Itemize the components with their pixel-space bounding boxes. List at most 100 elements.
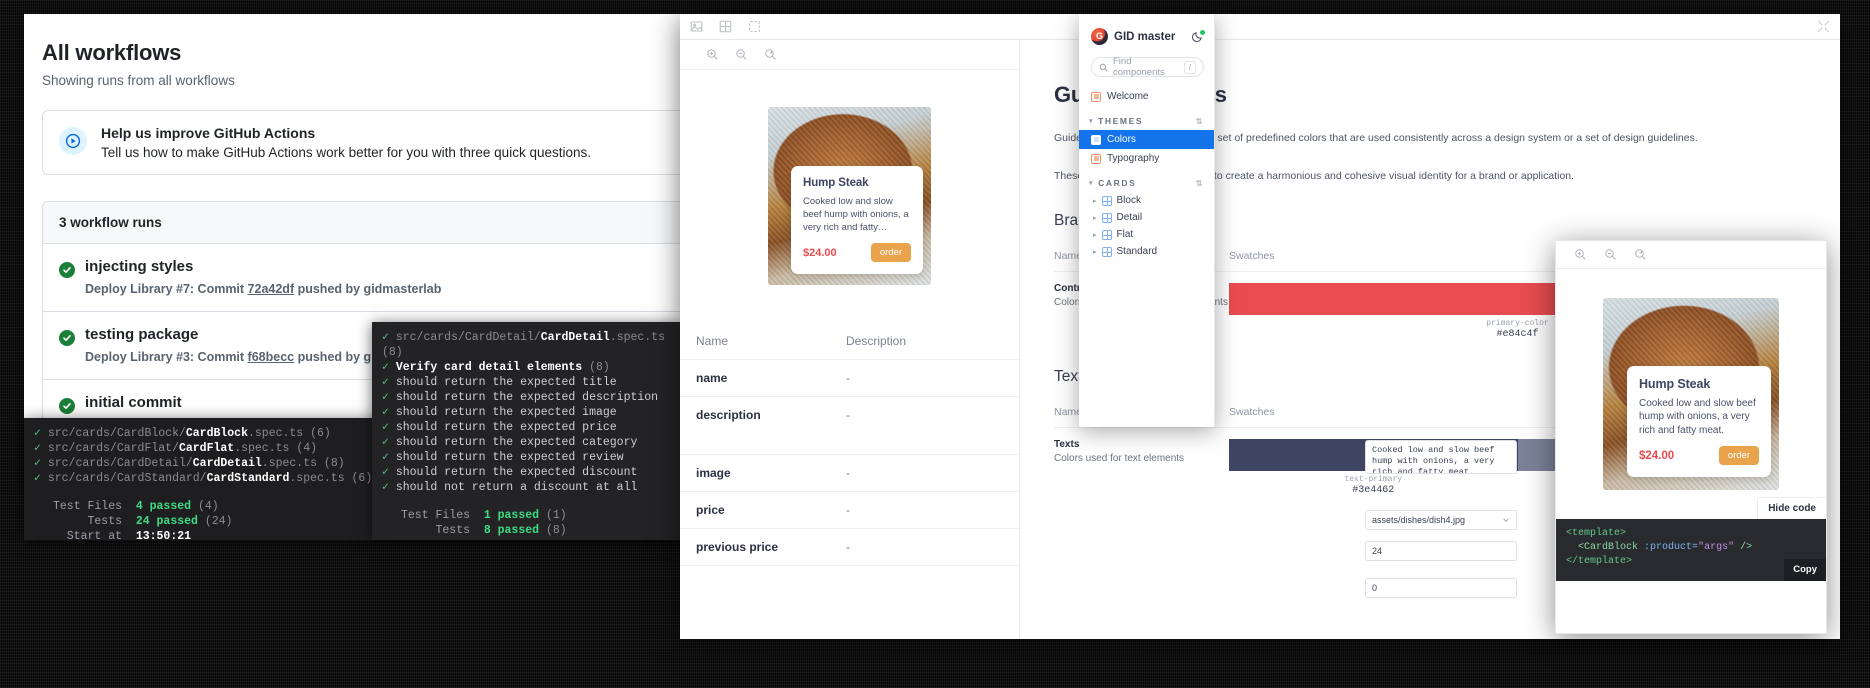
code-block[interactable]: <template> <CardBlock :product="args" />… bbox=[1556, 519, 1826, 581]
sidebar-item-flat[interactable]: ▸ Flat bbox=[1079, 226, 1214, 243]
sidebar-section-cards[interactable]: ▾ CARDS ⇅ bbox=[1079, 168, 1214, 192]
chevron-right-icon[interactable]: ▸ bbox=[1093, 231, 1097, 239]
sidebar-item-colors[interactable]: Colors bbox=[1079, 130, 1214, 149]
card-body: Hump Steak Cooked low and slow beef hump… bbox=[1627, 365, 1771, 477]
terminal-carddetail-tests[interactable]: ✓ src/cards/CardDetail/CardDetail.spec.t… bbox=[372, 322, 682, 540]
card-body: Hump Steak Cooked low and slow beef hump… bbox=[791, 166, 923, 274]
code-tag: <CardBlock bbox=[1578, 542, 1639, 553]
list-item: ✓ should return the expected description bbox=[382, 391, 659, 404]
order-button[interactable]: order bbox=[1718, 446, 1759, 465]
sidebar-item-standard[interactable]: ▸ Standard bbox=[1079, 243, 1214, 260]
column-header-description: Description bbox=[846, 334, 907, 348]
chevron-right-icon[interactable]: ▸ bbox=[1093, 248, 1097, 256]
product-card[interactable]: Hump Steak Cooked low and slow beef hump… bbox=[768, 107, 931, 285]
prop-name: image bbox=[696, 466, 731, 480]
sidebar-item-label: Block bbox=[1116, 195, 1141, 206]
zoom-in-icon[interactable] bbox=[1574, 248, 1587, 261]
sort-icon[interactable]: ⇅ bbox=[1196, 179, 1204, 188]
test-file-count: (6) bbox=[351, 472, 373, 485]
commit-link[interactable]: f68becc bbox=[248, 350, 295, 364]
sidebar-item-label: Flat bbox=[1116, 229, 1134, 240]
sort-icon[interactable]: ⇅ bbox=[1196, 117, 1204, 126]
component-preview-column: Hump Steak Cooked low and slow beef hump… bbox=[680, 40, 1020, 639]
prop-image-select[interactable]: assets/dishes/dish4.jpg bbox=[1365, 510, 1517, 530]
expand-icon[interactable] bbox=[1817, 20, 1830, 33]
test-file-name: CardStandard bbox=[206, 472, 290, 485]
prop-name: price bbox=[696, 503, 725, 517]
zoom-in-icon[interactable] bbox=[706, 48, 719, 61]
check-circle-icon bbox=[59, 330, 75, 346]
run-name[interactable]: injecting styles bbox=[85, 258, 441, 276]
moon-icon[interactable] bbox=[1191, 30, 1205, 43]
commit-link[interactable]: 72a42df bbox=[248, 282, 295, 296]
prop-description: - bbox=[846, 540, 850, 554]
table-row[interactable]: previous price - bbox=[680, 529, 1019, 566]
summary-value: 4 passed bbox=[135, 500, 192, 513]
sidebar-item-block[interactable]: ▸ Block bbox=[1079, 192, 1214, 209]
section-label: THEMES bbox=[1098, 116, 1144, 126]
chevron-down-icon: ▾ bbox=[1089, 118, 1095, 125]
hide-code-button[interactable]: Hide code bbox=[1757, 497, 1826, 519]
table-row[interactable]: image - bbox=[680, 455, 1019, 492]
chevron-right-icon[interactable]: ▸ bbox=[1093, 197, 1097, 205]
prop-previous-price-input[interactable]: 0 bbox=[1365, 578, 1517, 598]
table-row[interactable]: price - bbox=[680, 492, 1019, 529]
summary-label: Test Files bbox=[52, 500, 122, 513]
doc-icon bbox=[1091, 91, 1101, 102]
chevron-right-icon[interactable]: ▸ bbox=[1093, 214, 1097, 222]
search-input[interactable]: Find components / bbox=[1091, 56, 1204, 78]
zoom-reset-icon[interactable] bbox=[1634, 248, 1647, 261]
doc-icon bbox=[1091, 134, 1101, 145]
summary-extra: (8) bbox=[545, 524, 567, 537]
prop-description: - bbox=[846, 371, 850, 385]
list-item: ✓ should return the expected review bbox=[382, 451, 624, 464]
copy-button[interactable]: Copy bbox=[1784, 559, 1826, 581]
card-title: Hump Steak bbox=[1639, 376, 1711, 391]
grid-icon[interactable] bbox=[719, 20, 732, 33]
zoom-out-icon[interactable] bbox=[1604, 248, 1617, 261]
code-value: "args" bbox=[1698, 542, 1735, 553]
prop-name: name bbox=[696, 371, 728, 385]
component-icon bbox=[1101, 212, 1112, 223]
component-icon bbox=[1101, 229, 1112, 240]
sidebar-section-themes[interactable]: ▾ THEMES ⇅ bbox=[1079, 106, 1214, 130]
table-row[interactable]: name - bbox=[680, 360, 1019, 397]
props-table-header: Name Description bbox=[680, 322, 1019, 360]
card-description: Cooked low and slow beef hump with onion… bbox=[803, 196, 909, 233]
run-meta: Deploy Library #7: Commit 72a42df pushed… bbox=[85, 282, 441, 296]
preview-zoom-toolbar bbox=[680, 40, 1019, 70]
panel-zoom-toolbar bbox=[1556, 241, 1826, 269]
product-card[interactable]: Hump Steak Cooked low and slow beef hump… bbox=[1603, 298, 1779, 490]
test-file-count: (4) bbox=[296, 442, 318, 455]
prop-price-input[interactable]: 24 bbox=[1365, 541, 1517, 561]
prop-name: description bbox=[696, 408, 761, 422]
sidebar-item-welcome[interactable]: Welcome bbox=[1079, 87, 1214, 106]
test-file-name: CardFlat bbox=[178, 442, 235, 455]
suite-count: (8) bbox=[589, 361, 610, 374]
app-name: GID master bbox=[1114, 30, 1176, 43]
card-preview: Hump Steak Cooked low and slow beef hump… bbox=[1556, 269, 1826, 519]
suite-name-line: ✓ Verify card detail elements (8) bbox=[382, 361, 610, 374]
run-meta-prefix: Deploy Library #7: Commit bbox=[85, 282, 248, 296]
prop-description-textarea[interactable]: Cooked low and slow beef hump with onion… bbox=[1365, 440, 1517, 474]
zoom-reset-icon[interactable] bbox=[764, 48, 777, 61]
test-name: should return the expected image bbox=[395, 406, 617, 419]
summary-value: 24 passed bbox=[135, 515, 198, 528]
props-table: Name Description name - description - im… bbox=[680, 322, 1019, 639]
test-name: should return the expected discount bbox=[395, 466, 638, 479]
list-item: ✓ should return the expected title bbox=[382, 376, 617, 389]
gid-master-sidebar: G GID master Find components / Welcome ▾… bbox=[1079, 14, 1215, 427]
component-icon bbox=[1101, 195, 1112, 206]
card-preview: Hump Steak Cooked low and slow beef hump… bbox=[680, 70, 1019, 322]
frame-icon[interactable] bbox=[748, 20, 761, 33]
sidebar-item-typography[interactable]: Typography bbox=[1079, 149, 1214, 168]
swatch-hex: #3e4462 bbox=[1352, 485, 1395, 496]
screenshot-root: All workflows Showing runs from all work… bbox=[0, 0, 1870, 688]
image-icon[interactable] bbox=[690, 20, 703, 33]
list-item: ✓ should return the expected price bbox=[382, 421, 617, 434]
banner-description: Tell us how to make GitHub Actions work … bbox=[101, 145, 591, 160]
table-row[interactable]: description - bbox=[680, 397, 1019, 455]
zoom-out-icon[interactable] bbox=[735, 48, 748, 61]
order-button[interactable]: order bbox=[870, 243, 911, 262]
sidebar-item-detail[interactable]: ▸ Detail bbox=[1079, 209, 1214, 226]
